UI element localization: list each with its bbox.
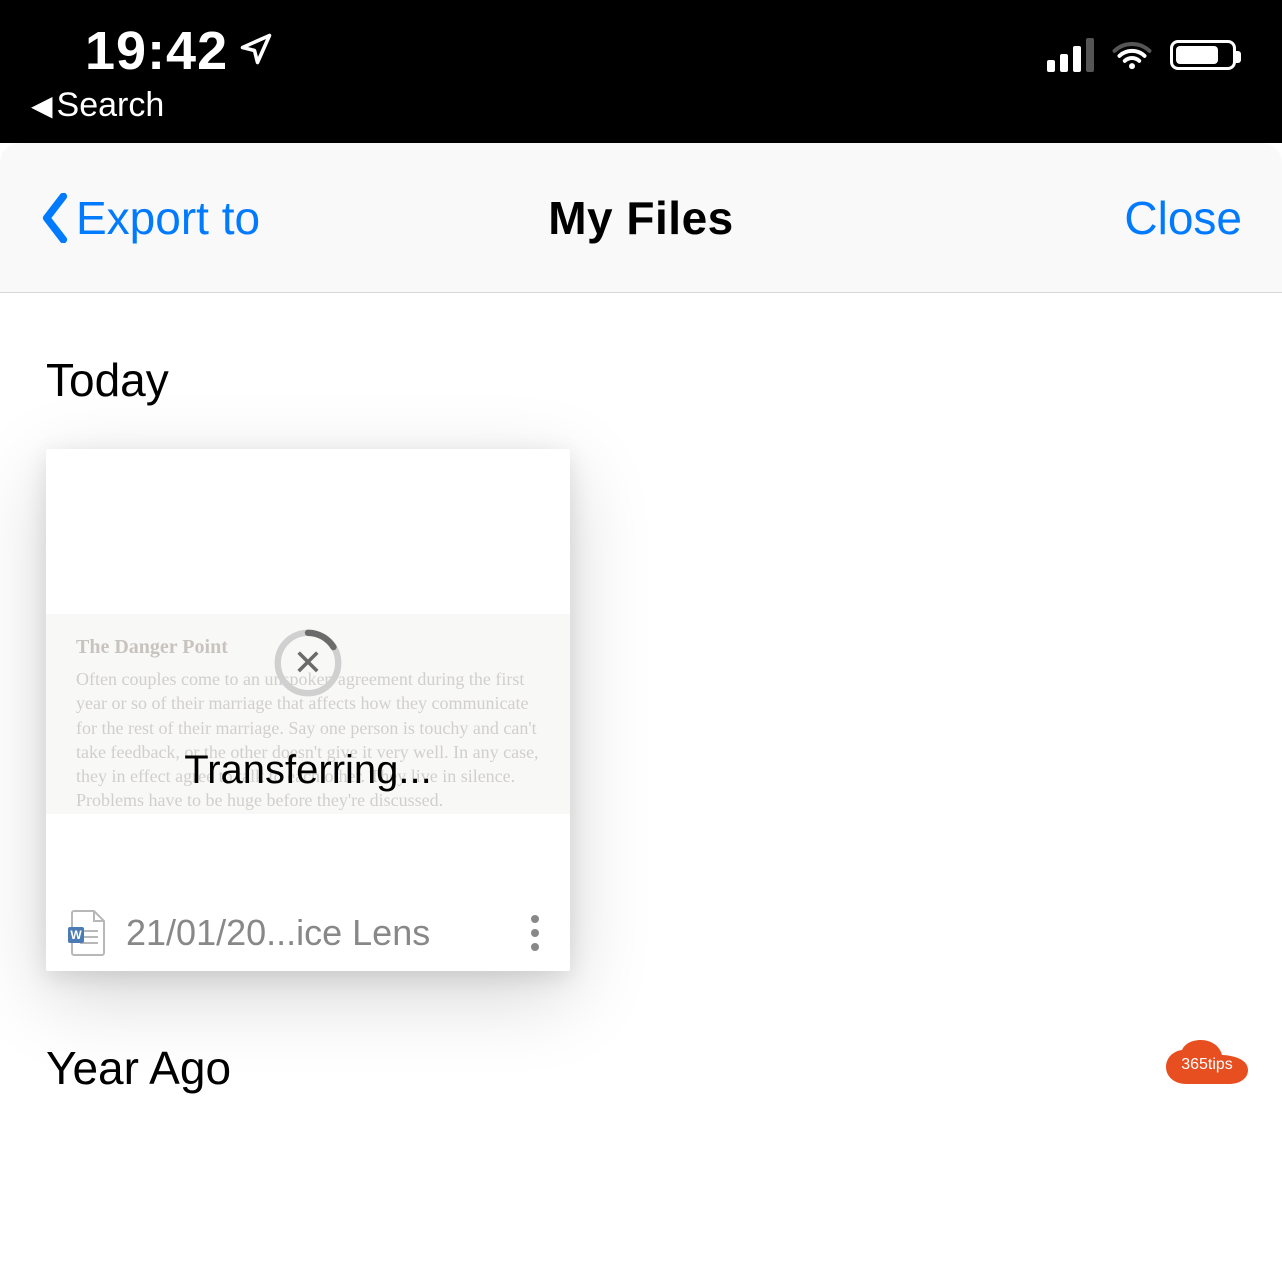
file-name-label: 21/01/20...ice Lens [126, 912, 502, 954]
nav-bar: Export to My Files Close [0, 143, 1282, 293]
transfer-status-label: Transferring... [184, 748, 431, 793]
status-back-label: Search [57, 86, 165, 125]
file-card[interactable]: The Danger Point Often couples come to a… [46, 449, 570, 971]
watermark-badge: 365tips [1162, 1038, 1252, 1092]
chevron-left-icon [40, 193, 70, 243]
close-button-label: Close [1124, 192, 1242, 244]
cancel-transfer-button[interactable]: ✕ [273, 628, 343, 698]
close-x-icon: ✕ [273, 628, 343, 698]
cellular-signal-icon [1047, 38, 1094, 72]
battery-icon [1170, 40, 1236, 70]
back-button-label: Export to [76, 191, 260, 245]
page-title: My Files [548, 191, 734, 245]
content-area: Today The Danger Point Often couples com… [0, 293, 1282, 1095]
file-card-footer: W 21/01/20...ice Lens [46, 895, 570, 971]
status-time: 19:42 [85, 20, 228, 82]
section-header-year-ago: Year Ago [46, 1041, 1236, 1095]
section-header-today: Today [46, 353, 1236, 407]
sheet-container: Export to My Files Close Today The Dange… [0, 143, 1282, 1262]
location-arrow-icon [238, 31, 274, 72]
back-triangle-icon: ◀ [31, 92, 53, 120]
transfer-overlay: ✕ Transferring... [46, 449, 570, 971]
wifi-icon [1112, 40, 1152, 70]
watermark-label: 365tips [1181, 1056, 1233, 1074]
word-document-icon: W [66, 909, 108, 957]
file-more-button[interactable] [520, 909, 550, 957]
back-button[interactable]: Export to [40, 191, 260, 245]
status-back-to-app[interactable]: ◀ Search [31, 86, 274, 125]
status-bar: 19:42 ◀ Search [0, 0, 1282, 143]
svg-text:W: W [70, 928, 82, 942]
close-button[interactable]: Close [1124, 191, 1242, 245]
